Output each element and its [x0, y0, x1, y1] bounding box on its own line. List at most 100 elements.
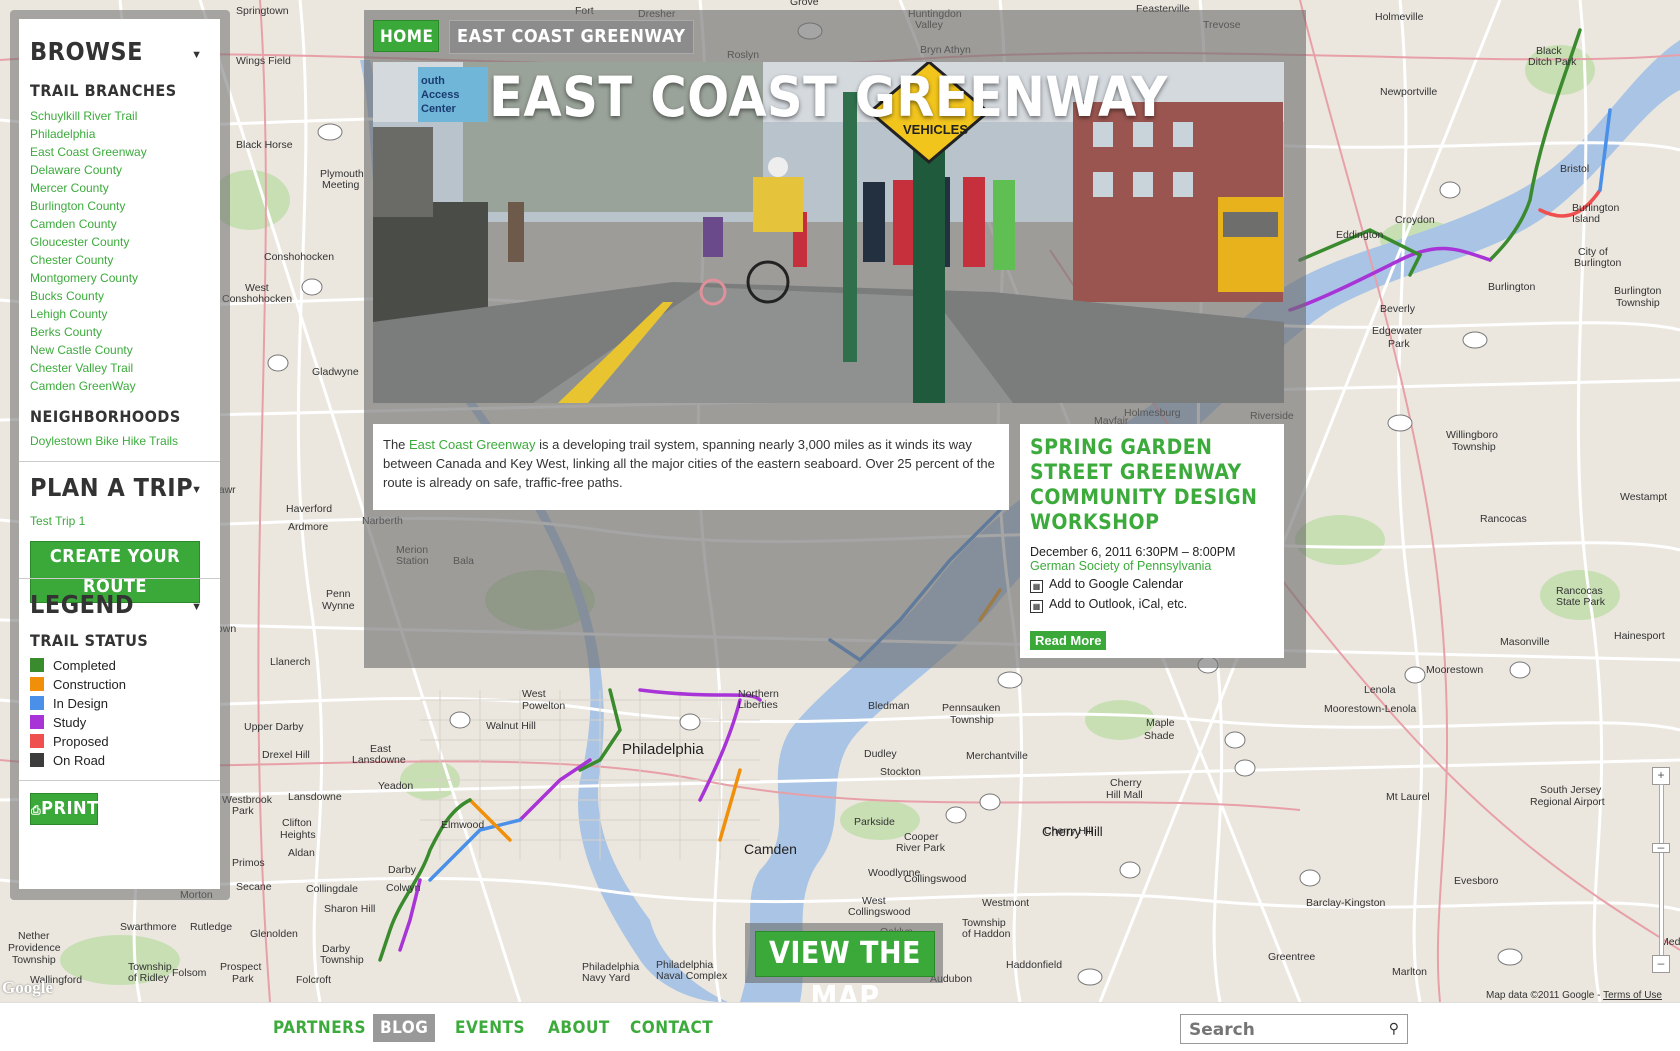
svg-text:Holmeville: Holmeville [1375, 11, 1424, 23]
trail-branch-link[interactable]: Camden GreenWay [30, 377, 147, 395]
search-input[interactable] [1187, 1016, 1381, 1044]
svg-text:Wings Field: Wings Field [236, 55, 291, 67]
svg-text:Grove: Grove [790, 0, 819, 8]
zoom-slider-track[interactable] [1659, 784, 1664, 956]
svg-text:Stockton: Stockton [880, 766, 921, 778]
svg-text:Powelton: Powelton [522, 700, 565, 712]
trail-branch-link[interactable]: Burlington County [30, 197, 147, 215]
svg-text:of Haddon: of Haddon [962, 928, 1011, 940]
svg-text:Elmwood: Elmwood [441, 819, 484, 831]
svg-text:Wynne: Wynne [322, 600, 355, 612]
search-icon[interactable]: ⚲ [1389, 1020, 1399, 1037]
trail-status-heading: Trail Status [30, 631, 149, 650]
svg-text:Secane: Secane [236, 881, 272, 893]
svg-text:Gladwyne: Gladwyne [312, 366, 359, 378]
svg-text:Township: Township [1616, 297, 1660, 309]
zoom-slider-handle[interactable]: – [1652, 841, 1670, 853]
svg-text:Liberties: Liberties [738, 699, 778, 711]
svg-text:Camden: Camden [744, 841, 797, 857]
chevron-down-icon[interactable]: ▼ [191, 49, 202, 61]
legend-label: Completed [53, 658, 116, 673]
svg-text:Folcroft: Folcroft [296, 974, 331, 986]
view-map-button[interactable]: View the Map [755, 931, 935, 1015]
legend-label: Study [53, 715, 87, 730]
nav-contact[interactable]: Contact [630, 1014, 713, 1042]
nav-partners[interactable]: Partners [273, 1014, 366, 1042]
calendar-icon: ▦ [1030, 600, 1043, 613]
trail-branch-link[interactable]: East Coast Greenway [30, 143, 147, 161]
add-outlook-calendar[interactable]: ▦ Add to Outlook, iCal, etc. [1030, 597, 1274, 613]
chevron-down-icon[interactable]: ▼ [191, 484, 202, 496]
svg-text:Township: Township [12, 954, 56, 966]
printer-icon: ⎙ [31, 803, 42, 817]
svg-text:Croydon: Croydon [1395, 214, 1435, 226]
trail-branch-link[interactable]: Bucks County [30, 287, 147, 305]
svg-text:Penn: Penn [326, 588, 351, 600]
chevron-down-icon[interactable]: ▼ [191, 601, 202, 613]
legend-swatch [30, 715, 44, 729]
svg-text:Greentree: Greentree [1268, 951, 1315, 963]
trail-branch-link[interactable]: Chester County [30, 251, 147, 269]
trail-branch-link[interactable]: Philadelphia [30, 125, 147, 143]
svg-text:State Park: State Park [1556, 596, 1606, 608]
svg-text:Hill Mall: Hill Mall [1106, 789, 1143, 801]
svg-text:Naval Complex: Naval Complex [656, 970, 728, 982]
print-label: Print [41, 798, 99, 819]
nav-blog[interactable]: Blog [373, 1014, 436, 1042]
sidebar-panel: Browse ▼ Trail Branches Schuylkill River… [19, 19, 220, 889]
svg-text:Beverly: Beverly [1380, 303, 1416, 315]
svg-text:Evesboro: Evesboro [1454, 875, 1499, 887]
svg-text:Ardmore: Ardmore [288, 521, 328, 533]
google-logo: Google [2, 978, 53, 997]
browse-title[interactable]: Browse [30, 37, 143, 66]
neighborhoods-list: Doylestown Bike Hike Trails [30, 432, 178, 450]
legend-item: Study [30, 713, 126, 732]
trail-branch-link[interactable]: Berks County [30, 323, 147, 341]
svg-text:of Ridley: of Ridley [128, 972, 170, 984]
legend-swatch [30, 734, 44, 748]
trail-branch-link[interactable]: Camden County [30, 215, 147, 233]
svg-text:Regional Airport: Regional Airport [1530, 796, 1605, 808]
home-label: Home [380, 27, 434, 47]
trail-branch-link[interactable]: Mercer County [30, 179, 147, 197]
trail-branch-link[interactable]: New Castle County [30, 341, 147, 359]
trail-branch-link[interactable]: Chester Valley Trail [30, 359, 147, 377]
trail-branch-link[interactable]: Gloucester County [30, 233, 147, 251]
svg-text:Conshohocken: Conshohocken [264, 251, 334, 263]
event-title[interactable]: Spring Garden Street Greenway Community … [1030, 435, 1274, 535]
trail-branch-link[interactable]: Lehigh County [30, 305, 147, 323]
legend-title[interactable]: Legend [30, 590, 134, 619]
terms-of-use-link[interactable]: Terms of Use [1603, 990, 1662, 1001]
svg-text:Prospect: Prospect [220, 961, 262, 973]
trail-branch-link[interactable]: Schuylkill River Trail [30, 107, 147, 125]
nav-about[interactable]: About [548, 1014, 610, 1042]
read-more-button[interactable]: Read More [1030, 631, 1107, 650]
trip-link[interactable]: Test Trip 1 [30, 514, 85, 528]
legend-item: In Design [30, 694, 126, 713]
svg-text:Island: Island [1572, 213, 1600, 225]
map-credit: Map data ©2011 Google - Terms of Use [1486, 990, 1662, 1001]
plan-trip-title[interactable]: Plan a Trip [30, 473, 193, 502]
svg-text:Nether: Nether [18, 930, 50, 942]
svg-text:Swarthmore: Swarthmore [120, 921, 177, 933]
svg-text:Burlington: Burlington [1614, 285, 1661, 297]
trail-branch-link[interactable]: Delaware County [30, 161, 147, 179]
legend-item: Proposed [30, 732, 126, 751]
nav-events[interactable]: Events [455, 1014, 525, 1042]
legend-swatch [30, 696, 44, 710]
event-venue-link[interactable]: German Society of Pennsylvania [1030, 559, 1274, 573]
svg-text:Parkside: Parkside [854, 816, 895, 828]
neighborhood-link[interactable]: Doylestown Bike Hike Trails [30, 432, 178, 450]
svg-text:Glenolden: Glenolden [250, 928, 298, 940]
legend-swatch [30, 658, 44, 672]
trail-branch-link[interactable]: Montgomery County [30, 269, 147, 287]
home-button[interactable]: Home ◀ [373, 20, 439, 77]
legend-swatch [30, 753, 44, 767]
add-google-calendar[interactable]: ▦ Add to Google Calendar [1030, 577, 1274, 593]
zoom-in-button[interactable]: + [1652, 767, 1670, 785]
legend-item: Completed [30, 656, 126, 675]
east-coast-greenway-link[interactable]: East Coast Greenway [409, 437, 535, 452]
print-button[interactable]: ⎙Print [30, 793, 98, 825]
svg-text:Lenola: Lenola [1364, 684, 1396, 696]
zoom-out-button[interactable]: – [1652, 955, 1670, 973]
